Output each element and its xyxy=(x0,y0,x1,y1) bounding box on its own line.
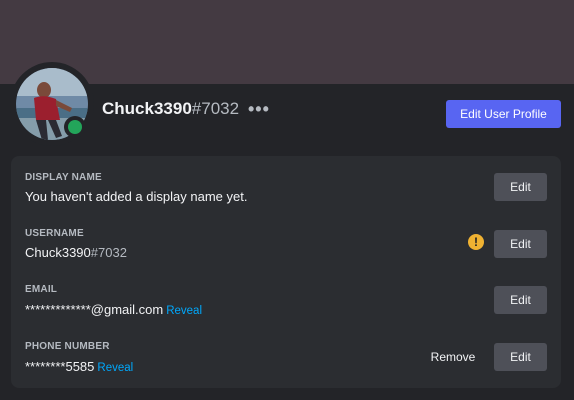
display-name-label: DISPLAY NAME xyxy=(25,172,102,183)
email-value: *************@gmail.com xyxy=(25,302,164,317)
display-name-value: You haven't added a display name yet. xyxy=(25,189,248,204)
username-discriminator: #7032 xyxy=(90,245,127,260)
phone-label: PHONE NUMBER xyxy=(25,341,110,352)
username-label: USERNAME xyxy=(25,228,84,239)
username-name: Chuck3390 xyxy=(25,245,91,260)
phone-value-row: ********5585 Reveal xyxy=(25,359,133,374)
more-options-icon[interactable]: ••• xyxy=(248,100,270,118)
remove-phone-button[interactable]: Remove xyxy=(423,343,483,371)
edit-display-name-button[interactable]: Edit xyxy=(494,173,547,201)
email-reveal-link[interactable]: Reveal xyxy=(166,305,202,317)
phone-reveal-link[interactable]: Reveal xyxy=(97,362,133,374)
username-value: Chuck3390#7032 xyxy=(25,245,127,260)
edit-user-profile-button[interactable]: Edit User Profile xyxy=(446,100,561,128)
email-value-row: *************@gmail.com Reveal xyxy=(25,302,202,317)
profile-banner xyxy=(0,0,574,84)
online-status-icon xyxy=(68,120,82,134)
edit-email-button[interactable]: Edit xyxy=(494,286,547,314)
exclamation-icon[interactable]: ! xyxy=(468,234,484,250)
edit-username-button[interactable]: Edit xyxy=(494,230,547,258)
profile-username: Chuck3390#7032 xyxy=(102,99,239,119)
profile-username-name: Chuck3390 xyxy=(102,99,192,118)
email-label: EMAIL xyxy=(25,284,58,295)
edit-phone-button[interactable]: Edit xyxy=(494,343,547,371)
profile-username-discriminator: #7032 xyxy=(191,99,240,118)
phone-value: ********5585 xyxy=(25,359,95,374)
